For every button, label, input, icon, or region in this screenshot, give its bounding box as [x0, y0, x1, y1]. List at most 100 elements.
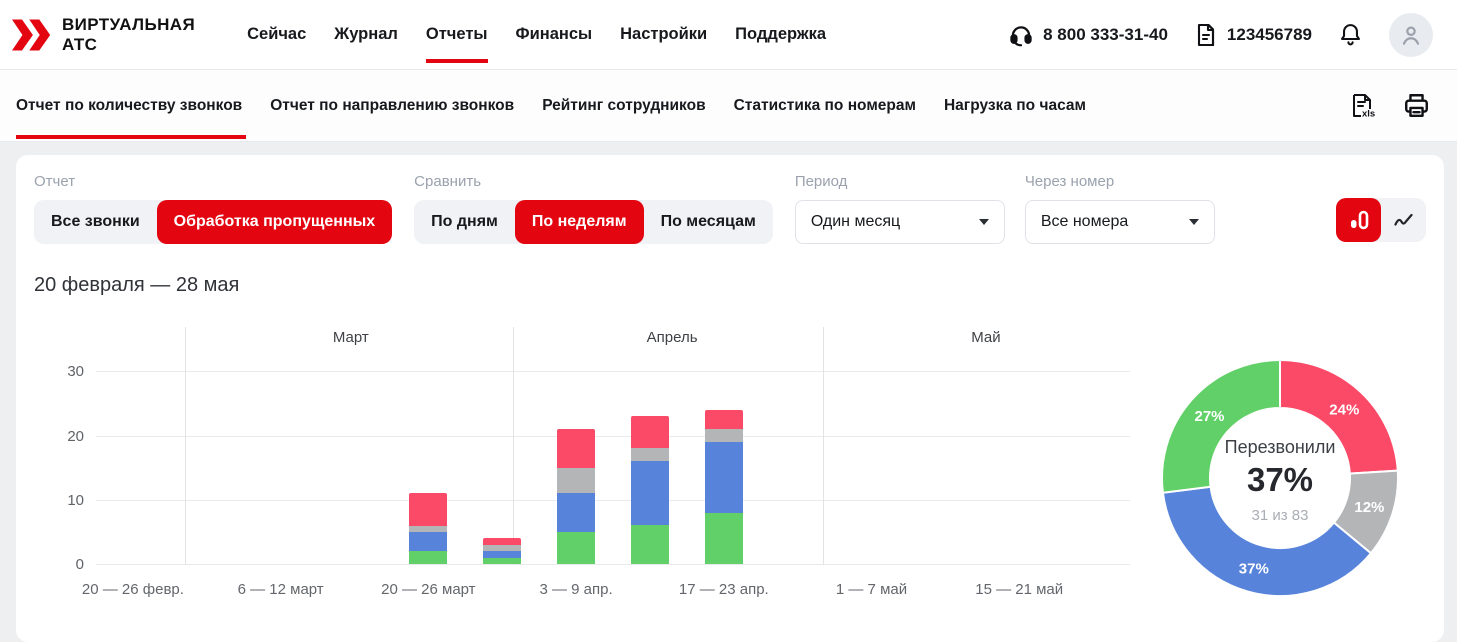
filter-number: Через номер Все номера [1025, 173, 1215, 244]
navbar: ВИРТУАЛЬНАЯ АТС СейчасЖурналОтчетыФинанс… [0, 0, 1457, 70]
number-select-value: Все номера [1041, 213, 1128, 231]
bell-icon [1338, 21, 1363, 48]
donut-center-value: 37% [1247, 461, 1313, 498]
filter-compare: Сравнить По днямПо неделямПо месяцам [414, 173, 773, 244]
bar-xlabels: 20 — 26 февр.6 — 12 март20 — 26 март3 — … [96, 565, 1130, 605]
month-separator-3 [823, 327, 824, 565]
logo-line1: ВИРТУАЛЬНАЯ [62, 15, 195, 34]
filter-period: Период Один месяц [795, 173, 1005, 244]
tab-calls-count[interactable]: Отчет по количеству звонков [16, 70, 256, 141]
navbar-menu: СейчасЖурналОтчетыФинансыНастройкиПоддер… [233, 0, 840, 70]
line-chart-icon [1392, 208, 1416, 232]
report-segmented: Все звонкиОбработка пропущенных [34, 200, 392, 244]
tab-numbers-stats[interactable]: Статистика по номерам [720, 70, 930, 141]
account-id-value: 123456789 [1227, 25, 1312, 45]
donut-chart: 24%12%37%27% Перезвонили 37% 31 из 83 [1130, 327, 1426, 607]
period-select[interactable]: Один месяц [795, 200, 1005, 244]
xls-file-icon: xls [1348, 91, 1376, 121]
tab-employee-rating[interactable]: Рейтинг сотрудников [528, 70, 719, 141]
nav-item-support[interactable]: Поддержка [721, 0, 840, 70]
nav-item-settings[interactable]: Настройки [606, 0, 721, 70]
compare-segmented: По днямПо неделямПо месяцам [414, 200, 773, 244]
month-label: Май [971, 329, 1000, 346]
bar-segment-green [483, 558, 521, 564]
tabs-list: Отчет по количеству звонковОтчет по напр… [16, 70, 1100, 141]
xtick-label: 3 — 9 апр. [539, 581, 612, 598]
tab-actions: xls [1348, 70, 1431, 141]
bar-chart-icon [1347, 207, 1371, 233]
line-view-button[interactable] [1381, 198, 1426, 242]
nav-item-journal[interactable]: Журнал [320, 0, 412, 70]
navbar-right: 8 800 333-31-40 123456789 [1008, 13, 1433, 57]
donut-svg: 24%12%37%27% Перезвонили 37% 31 из 83 [1152, 350, 1408, 606]
bar-week-slot-5 [483, 538, 521, 564]
printer-icon [1402, 91, 1431, 120]
date-range-title: 20 февраля — 28 мая [34, 274, 1426, 297]
notifications-button[interactable] [1338, 21, 1363, 48]
filter-period-label: Период [795, 173, 1005, 190]
xtick-label: 20 — 26 март [381, 581, 475, 598]
bar-segment-blue [409, 532, 447, 551]
bar-segment-red [409, 493, 447, 525]
bar-segment-blue [557, 493, 595, 532]
month-separator-1 [185, 327, 186, 565]
compare-option-1[interactable]: По дням [414, 200, 515, 244]
gridline-y-20 [96, 436, 1130, 437]
nav-item-reports[interactable]: Отчеты [412, 0, 502, 70]
xtick-label: 6 — 12 март [238, 581, 324, 598]
avatar[interactable] [1389, 13, 1433, 57]
caret-down-icon [1189, 219, 1199, 225]
report-option-2[interactable]: Обработка пропущенных [157, 200, 393, 244]
gridline-y-30 [96, 371, 1130, 372]
account-id: 123456789 [1194, 22, 1312, 48]
chart-view-toggle [1336, 198, 1426, 242]
caret-down-icon [979, 219, 989, 225]
filter-report: Отчет Все звонкиОбработка пропущенных [34, 173, 392, 244]
ytick-0: 0 [40, 556, 84, 573]
logo-text: ВИРТУАЛЬНАЯ АТС [62, 15, 195, 53]
bar-segment-green [409, 551, 447, 564]
charts-row: 0102030МартАпрельМай 20 — 26 февр. 6 — 12… [34, 327, 1426, 607]
filters-row: Отчет Все звонкиОбработка пропущенных Ср… [34, 173, 1426, 244]
bar-segment-green [631, 525, 669, 564]
report-option-1[interactable]: Все звонки [34, 200, 157, 244]
bar-segment-red [631, 416, 669, 448]
donut-slice-label-37%: 37% [1239, 560, 1269, 577]
tab-hourly-load[interactable]: Нагрузка по часам [930, 70, 1100, 141]
bar-segment-gray [705, 429, 743, 442]
double-chevron-logo-icon [12, 18, 52, 52]
bar-week-slot-8 [705, 410, 743, 564]
nav-item-finances[interactable]: Финансы [502, 0, 607, 70]
headset-icon [1008, 22, 1034, 48]
report-tabs-bar: Отчет по количеству звонковОтчет по напр… [0, 70, 1457, 142]
number-select[interactable]: Все номера [1025, 200, 1215, 244]
ytick-30: 30 [40, 363, 84, 380]
bar-segment-red [705, 410, 743, 429]
filter-compare-label: Сравнить [414, 173, 773, 190]
logo[interactable]: ВИРТУАЛЬНАЯ АТС [12, 15, 195, 53]
document-icon [1194, 22, 1218, 48]
xtick-label: 20 — 26 февр. [82, 581, 184, 598]
donut-slice-label-27%: 27% [1195, 408, 1225, 425]
nav-item-now[interactable]: Сейчас [233, 0, 320, 70]
compare-option-3[interactable]: По месяцам [644, 200, 773, 244]
donut-center-title: Перезвонили [1225, 437, 1336, 457]
donut-slice-37% [1163, 487, 1371, 596]
bar-segment-red [557, 429, 595, 468]
bar-segment-blue [705, 442, 743, 513]
print-button[interactable] [1402, 91, 1431, 120]
export-xls-button[interactable]: xls [1348, 91, 1376, 121]
compare-option-2[interactable]: По неделям [515, 200, 644, 244]
bar-segment-gray [631, 448, 669, 461]
report-card: Отчет Все звонкиОбработка пропущенных Ср… [16, 155, 1444, 642]
support-phone[interactable]: 8 800 333-31-40 [1008, 22, 1168, 48]
tab-calls-direction[interactable]: Отчет по направлению звонков [256, 70, 528, 141]
bar-view-button[interactable] [1336, 198, 1381, 242]
bar-week-slot-6 [557, 429, 595, 564]
xtick-label: 15 — 21 май [975, 581, 1063, 598]
filter-number-label: Через номер [1025, 173, 1215, 190]
month-label: Март [333, 329, 369, 346]
bar-segment-gray [557, 468, 595, 494]
svg-text:xls: xls [1362, 108, 1375, 119]
bar-plot: 0102030МартАпрельМай [96, 327, 1130, 565]
